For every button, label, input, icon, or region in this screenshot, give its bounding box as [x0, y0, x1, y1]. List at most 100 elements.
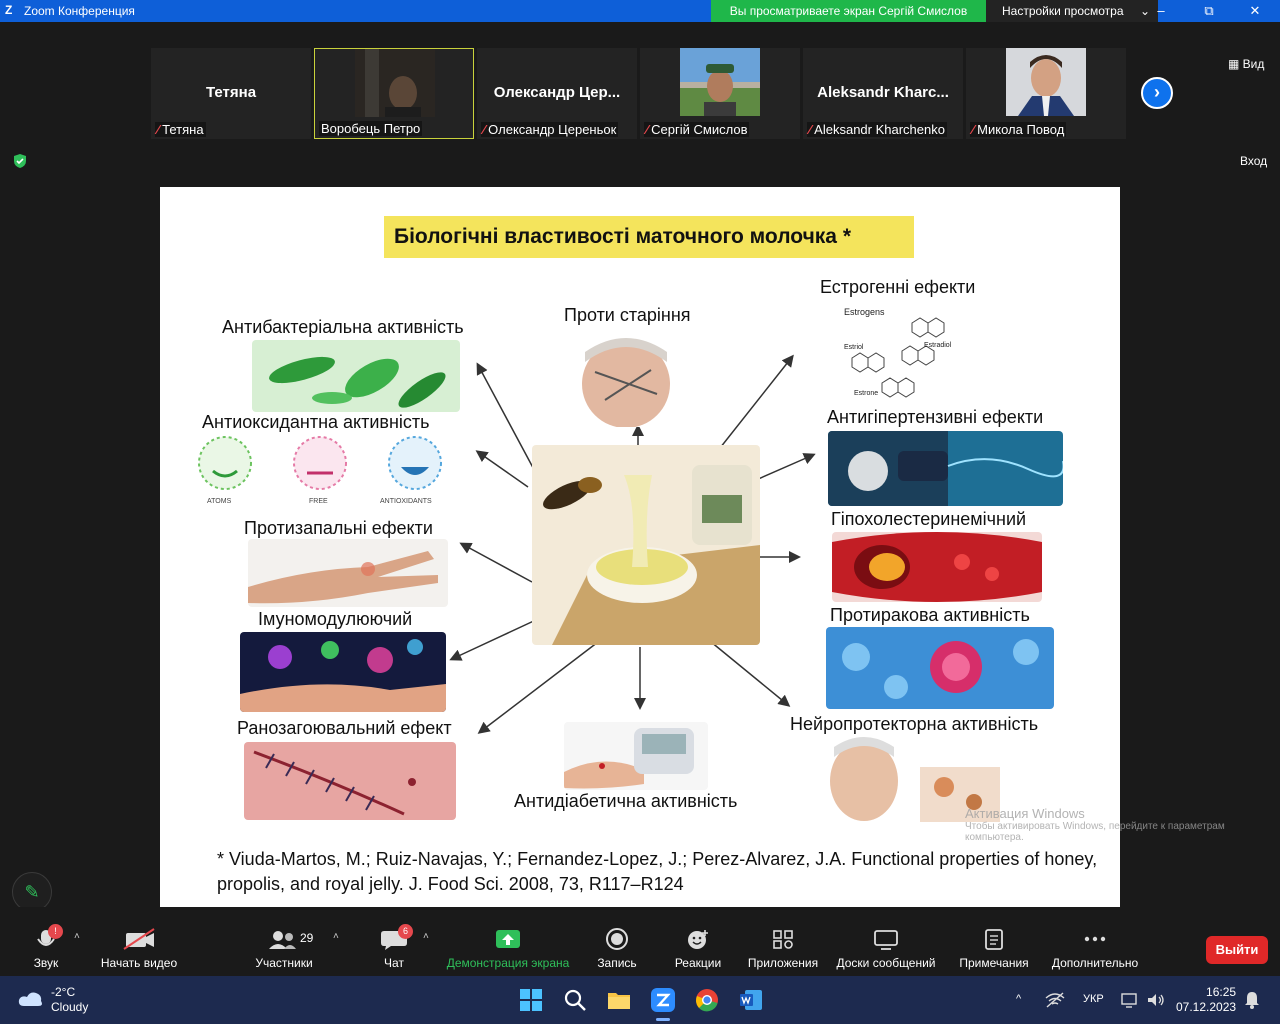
mic-muted-icon: ⁄	[646, 122, 649, 137]
view-button[interactable]: ▦ Вид	[1228, 57, 1264, 71]
caption-neuroprotective: Нейропротекторна активність	[790, 714, 1039, 734]
enter-button[interactable]: Вход	[1240, 154, 1267, 168]
blood-pressure-image	[828, 431, 1063, 506]
view-button-label: Вид	[1242, 57, 1265, 71]
participant-tile[interactable]: Aleksandr Kharc... ⁄ Aleksandr Kharchenko	[803, 48, 963, 139]
record-button[interactable]: Запись	[594, 907, 640, 976]
audio-button[interactable]: ! Звук	[24, 907, 68, 976]
mic-muted-icon: ⁄	[157, 122, 160, 137]
aging-face-image	[565, 332, 687, 427]
word-icon[interactable]	[739, 988, 763, 1012]
mic-muted-icon: ⁄	[972, 122, 975, 137]
participant-tile[interactable]: ⁄ Сергій Смислов	[640, 48, 800, 139]
leave-meeting-button[interactable]: Выйти	[1206, 936, 1268, 964]
shared-screen-slide: Біологічні властивості маточного молочка…	[160, 187, 1120, 907]
chat-unread-badge: 6	[398, 924, 413, 939]
more-label: Дополнительно	[1051, 956, 1139, 970]
chat-button[interactable]: 6 Чат	[372, 907, 416, 976]
participants-button[interactable]: 29 Участники	[252, 907, 316, 976]
weather-widget[interactable]: -2°C Cloudy	[51, 985, 88, 1015]
search-icon[interactable]	[563, 988, 587, 1012]
participant-name: Воробець Петро	[321, 121, 421, 136]
participant-big-name: Олександр Цер...	[493, 84, 621, 101]
antioxidants-label: ANTIOXIDANTS	[380, 498, 432, 505]
video-strip: Тетяна ⁄ Тетяна Воробець Петро Олександр …	[0, 22, 1280, 187]
notes-label: Примечания	[959, 956, 1029, 970]
notification-bell-icon[interactable]	[1244, 991, 1260, 1009]
antioxidant-atoms-image: ATOMS FREE ANTIOXIDANTS	[185, 435, 460, 507]
audio-label: Звук	[33, 956, 59, 970]
participant-tile-active-speaker[interactable]: Воробець Петро	[314, 48, 474, 139]
close-button[interactable]: ✕	[1232, 0, 1278, 22]
annotate-pencil-button[interactable]: ✎	[12, 872, 52, 912]
volume-icon[interactable]	[1146, 992, 1166, 1008]
language-indicator[interactable]: УКР	[1083, 993, 1104, 1005]
caption-immunomodulating: Імуномодулюючий	[258, 609, 413, 629]
cloud-icon[interactable]	[18, 990, 44, 1008]
participant-tile[interactable]: ⁄ Микола Повод	[966, 48, 1126, 139]
start-video-label: Начать видео	[100, 956, 178, 970]
record-label: Запись	[597, 956, 637, 970]
caption-antihypertensive: Антигіпертензивні ефекти	[827, 407, 1044, 427]
system-clock[interactable]: 16:25 07.12.2023	[1176, 985, 1236, 1015]
estrogen-structures-image: Estrogens Estriol Estradiol Estrone	[842, 303, 962, 403]
network-off-icon[interactable]	[1045, 992, 1065, 1008]
audio-options-caret[interactable]: ˄	[74, 931, 80, 942]
cancer-cell-image	[826, 627, 1054, 709]
immune-cells-image	[240, 632, 446, 712]
participant-tile[interactable]: Олександр Цер... ⁄ Олександр Цереньок	[477, 48, 637, 139]
atoms-label: ATOMS	[207, 498, 232, 505]
caption-antibacterial: Антибактеріальна активність	[222, 317, 464, 337]
whiteboards-button[interactable]: Доски сообщений	[833, 907, 939, 976]
caption-antidiabetic: Антидіабетична активність	[514, 791, 738, 811]
encryption-shield-icon[interactable]	[12, 153, 28, 169]
chat-options-caret[interactable]: ˄	[423, 931, 429, 942]
more-button[interactable]: Дополнительно	[1048, 907, 1142, 976]
display-icon[interactable]	[1121, 992, 1139, 1008]
estrogens-label: Estrogens	[844, 307, 885, 317]
tray-overflow-button[interactable]: ^	[1016, 993, 1021, 1005]
caption-antiaging: Проти старіння	[564, 305, 691, 325]
screen-share-banner: Вы просматриваете экран Сергій Смислов	[711, 0, 986, 22]
participants-options-caret[interactable]: ˄	[333, 931, 339, 942]
reactions-button[interactable]: Реакции	[672, 907, 724, 976]
meeting-toolbar: ! Звук ˄ Начать видео 29 Участники ˄ 6 Ч…	[0, 907, 1280, 976]
next-page-button[interactable]: ›	[1141, 77, 1173, 109]
minimize-button[interactable]: –	[1138, 0, 1184, 22]
mic-muted-icon: ⁄	[809, 122, 812, 137]
notes-button[interactable]: Примечания	[955, 907, 1033, 976]
zoom-window: Z Zoom Конференция Вы просматриваете экр…	[0, 0, 1280, 1024]
estrone-label: Estrone	[854, 390, 878, 397]
maximize-button[interactable]: ⧉	[1186, 0, 1232, 22]
weather-description: Cloudy	[51, 1000, 89, 1014]
apps-button[interactable]: Приложения	[744, 907, 822, 976]
caption-antiinflammatory: Протизапальні ефекти	[244, 518, 433, 538]
participant-name-label: ⁄ Олександр Цереньок	[481, 122, 619, 137]
reactions-label: Реакции	[674, 956, 722, 970]
apps-label: Приложения	[747, 956, 819, 970]
zoom-app-icon[interactable]	[651, 988, 675, 1012]
apps-icon	[773, 930, 793, 949]
free-label: FREE	[309, 498, 328, 505]
participant-tile[interactable]: Тетяна ⁄ Тетяна	[151, 48, 311, 139]
activation-subtitle: Чтобы активировать Windows, перейдите к …	[965, 821, 1225, 843]
start-video-button[interactable]: Начать видео	[98, 907, 180, 976]
windows-taskbar: -2°C Cloudy ^ УКР 16:25 07.12.2023	[0, 976, 1280, 1024]
caption-woundhealing: Ранозагоювальний ефект	[237, 718, 452, 738]
chat-label: Чат	[384, 956, 404, 970]
activation-title: Активация Windows	[965, 806, 1085, 821]
windows-activation-watermark: Активация Windows Чтобы активировать Win…	[965, 806, 1280, 843]
file-explorer-icon[interactable]	[607, 988, 631, 1012]
caption-anticancer: Протиракова активність	[830, 605, 1030, 625]
zoom-logo-icon: Z	[5, 3, 13, 17]
windows-start-icon[interactable]	[519, 988, 543, 1012]
active-app-indicator	[656, 1018, 670, 1021]
more-dots-icon	[1084, 936, 1106, 942]
artery-plaque-image	[832, 532, 1042, 602]
inflamed-hand-image	[248, 539, 448, 607]
bacteria-image	[252, 340, 460, 412]
share-screen-button[interactable]: Демонстрация экрана	[444, 907, 572, 976]
chrome-icon[interactable]	[695, 988, 719, 1012]
view-options-dropdown[interactable]: Настройки просмотра ⌄	[986, 0, 1158, 22]
participant-name-label: ⁄ Тетяна	[155, 122, 206, 137]
